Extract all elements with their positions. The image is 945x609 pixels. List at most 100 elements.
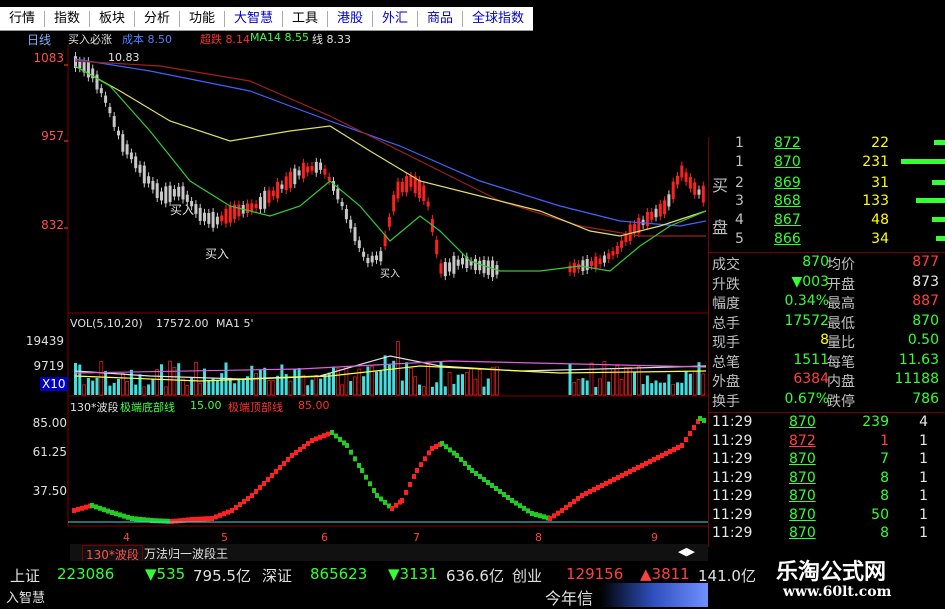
band-segment [102,507,106,513]
period-label[interactable]: 日线 [27,31,51,48]
menu-quotes[interactable]: 行情 [0,7,44,31]
candle-body [693,182,697,195]
band-segment [349,449,353,455]
volume-bar [607,381,611,395]
candle-body [104,95,108,103]
menu-tools[interactable]: 工具 [283,7,327,31]
volume-bar [654,380,658,395]
tick-row[interactable]: 11:29 872 1 1 [709,433,945,452]
watermark-url: www.60lt.com [783,584,892,600]
menu-global-index[interactable]: 全球指数 [463,7,533,31]
candle-body [396,181,400,199]
menu-function[interactable]: 功能 [180,7,224,31]
band-segment [592,487,596,492]
band-segment [580,493,584,498]
candle-body [125,144,129,155]
tick-row[interactable]: 11:29 870 7 1 [709,451,945,470]
tick-volume: 8 [880,488,889,504]
tab-nav-arrows[interactable]: ◀▶ [678,545,695,558]
candle-body [344,208,348,220]
tick-volume: 1 [880,432,889,449]
tick-row[interactable]: 11:29 870 8 1 [709,488,945,507]
kline-chart-area[interactable]: 日线 买入必涨 成本 8.50 超跌 8.14 MA14 8.55 线 8.33… [0,31,708,561]
band-segment [455,453,459,458]
candle-body [443,262,447,277]
tick-row[interactable]: 11:29 870 8 1 [709,525,945,544]
book-volume-bar [934,140,945,145]
candle-body [400,181,404,193]
volume-bar [86,378,90,395]
book-volume: 31 [871,175,889,191]
stat-value: 877 [912,254,939,270]
band-segment [490,483,494,488]
candle-body [439,263,443,274]
order-book-row[interactable]: 1 872 22 [709,135,945,154]
candle-body [112,116,116,127]
candle-body [172,189,176,197]
band-segment [122,513,126,519]
news-ticker-text[interactable]: 今年信 [545,585,593,609]
sz-index-value: 865623 [310,565,368,583]
volume-bar [392,360,396,395]
candle-body [164,186,168,204]
order-book-row[interactable]: 3 868 133 [709,193,945,212]
tick-row[interactable]: 11:29 870 50 1 [709,507,945,526]
candle-body [684,172,688,182]
menu-forex[interactable]: 外汇 [373,7,417,31]
sz-index-label[interactable]: 深证 [262,565,292,586]
band-segment [576,496,580,501]
candle-body [284,176,288,191]
band-segment [526,508,530,514]
sh-index-label[interactable]: 上证 [10,565,40,586]
band-segment [548,516,552,521]
volume-bar [430,386,434,395]
volume-bar [486,378,490,395]
volume-bar [650,383,654,395]
tick-row[interactable]: 11:29 870 8 1 [709,470,945,489]
order-book-row[interactable]: 4 867 48 [709,212,945,231]
candle-body [362,251,366,257]
menu-commodities[interactable]: 商品 [418,7,462,31]
band-segment [250,493,254,498]
band-segment [262,481,266,486]
band-segment [564,505,568,510]
band-segment [302,444,306,449]
band-segment [448,447,452,453]
band-segment [258,485,262,490]
band-segment [242,499,246,504]
band-segment [357,463,361,468]
vol-ma-value: MA1 5' [216,317,254,330]
stat-label: 升跌 [712,276,740,293]
tick-volume: 239 [862,414,889,430]
tick-row[interactable]: 11:29 870 239 4 [709,414,945,433]
candle-body [461,258,464,265]
chart-canvas[interactable] [0,31,708,561]
menu-index[interactable]: 指数 [45,7,89,31]
candle-body [151,180,155,190]
order-book-row[interactable]: 2 869 31 [709,175,945,194]
band-segment [628,469,632,474]
band-segment [415,468,419,473]
band-segment [560,508,564,513]
volume-bar [125,381,129,396]
band-segment [238,502,242,507]
menu-hk-stocks[interactable]: 港股 [328,7,372,31]
volume-bar [340,384,344,396]
quote-stat-row: 现手 8 量比 0.50 [709,332,945,351]
volume-bar [99,361,104,396]
band-segment [434,444,438,449]
volume-bar [310,379,314,395]
menu-sector[interactable]: 板块 [90,7,134,31]
candle-body [452,255,456,274]
bottom-line-value: 15.00 [190,399,222,412]
band-segment [142,517,146,523]
candle-body [215,216,219,225]
menu-dazhihui[interactable]: 大智慧 [225,7,282,31]
volume-bar [581,378,585,395]
tab-band-king[interactable]: 万法归一波段王 [144,545,228,562]
tick-count: 4 [919,414,928,430]
order-book-row[interactable]: 5 866 34 [709,231,945,250]
candle-body [392,194,396,212]
menu-analysis[interactable]: 分析 [135,7,179,31]
band-segment [440,441,444,446]
